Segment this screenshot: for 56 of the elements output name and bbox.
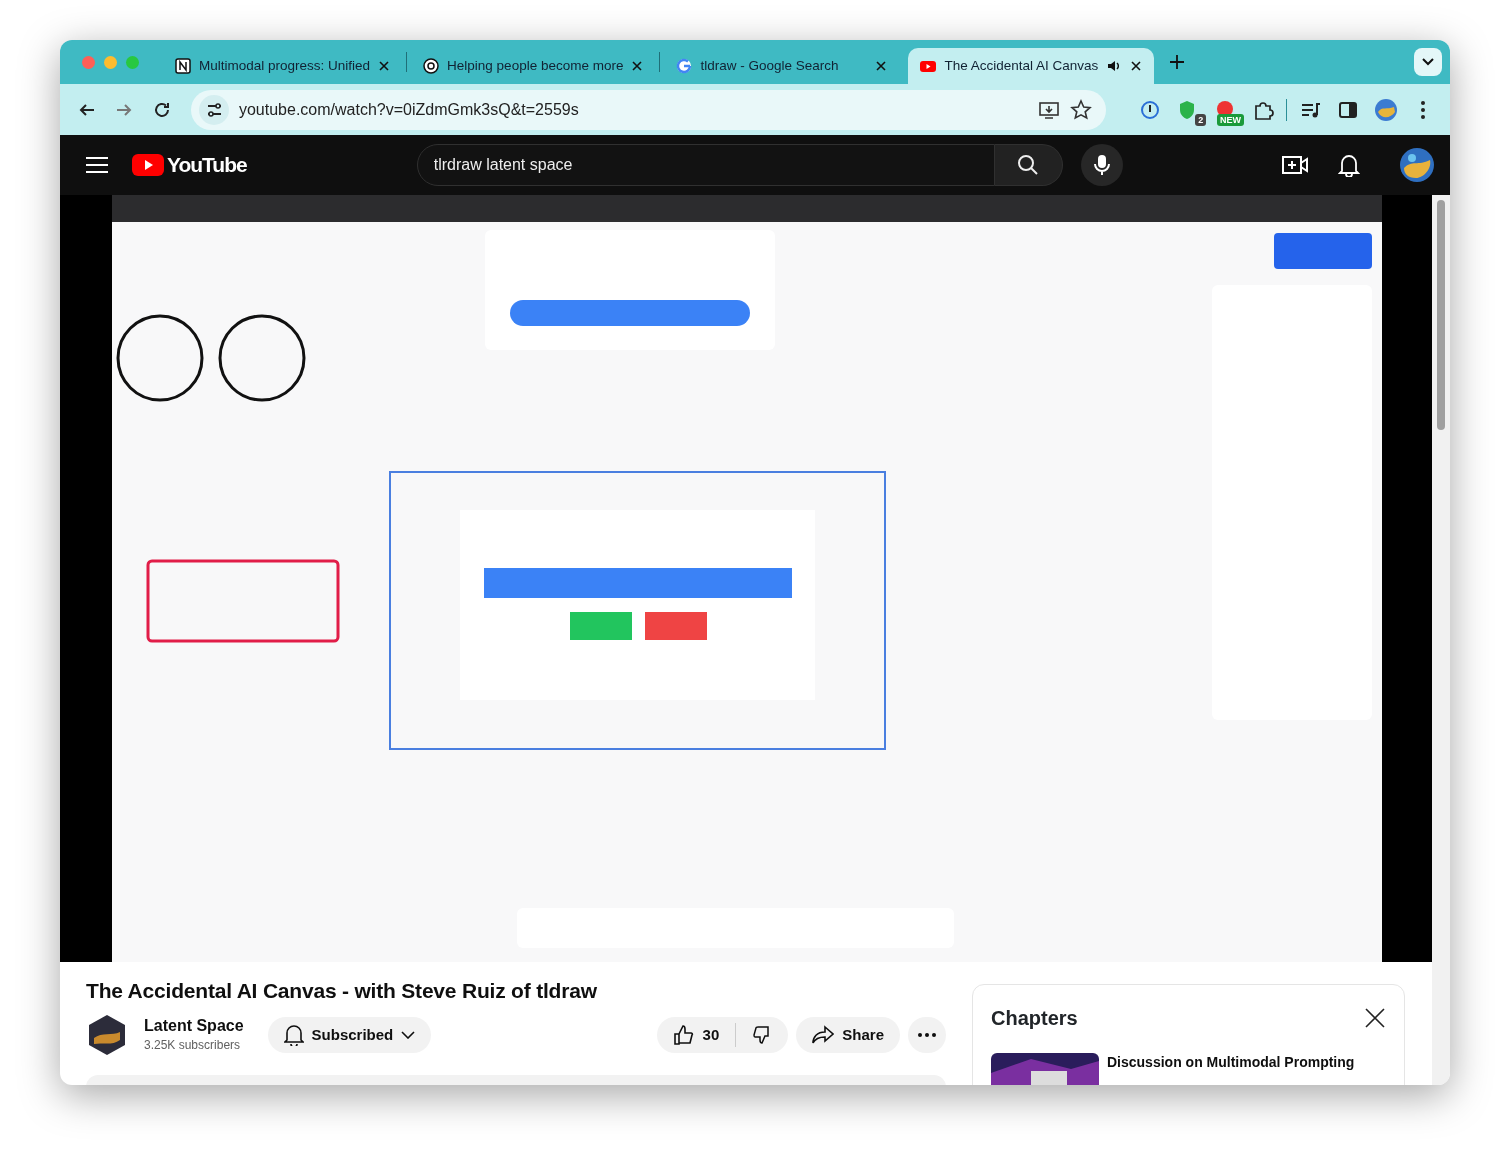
url-text: youtube.com/watch?v=0iZdmGmk3sQ&t=2559s (238, 99, 580, 120)
channel-avatar[interactable] (86, 1014, 128, 1057)
browser-tab[interactable]: tldraw - Google Search (664, 48, 900, 84)
scrollbar[interactable] (1432, 195, 1450, 1085)
close-tab-icon[interactable] (1130, 60, 1143, 72)
youtube-play-icon[interactable] (132, 154, 164, 176)
youtube-logo-text[interactable]: YouTube (167, 149, 247, 181)
create-video-icon[interactable] (1282, 154, 1308, 176)
notion-icon (175, 58, 191, 74)
channel-name[interactable]: Latent Space (144, 1016, 244, 1037)
info-circle-icon (1138, 98, 1161, 121)
share-button[interactable]: Share (796, 1017, 900, 1054)
tab-search-button[interactable] (1414, 48, 1442, 76)
close-tab-icon[interactable] (631, 60, 644, 72)
browser-tab[interactable]: Helping people become more (411, 48, 656, 84)
like-button[interactable]: 30 (656, 1017, 736, 1054)
close-tab-icon[interactable] (378, 60, 391, 72)
search-button[interactable] (994, 144, 1063, 186)
notifications-bell-icon[interactable] (1338, 153, 1360, 177)
tab-title: The Accidental AI Canvas (944, 56, 1099, 75)
search-icon (1017, 154, 1040, 176)
thumbs-up-icon (672, 1024, 695, 1047)
star-icon[interactable] (1069, 98, 1092, 121)
tab-title: Helping people become more (447, 56, 624, 75)
tab-title: Multimodal progress: Unified (199, 56, 371, 75)
more-icon (918, 1033, 936, 1038)
video-title: The Accidental AI Canvas - with Steve Ruiz of tldraw (86, 978, 598, 1004)
extension-badge: NEW (1216, 113, 1244, 126)
microphone-button[interactable] (1080, 144, 1123, 186)
more-actions-button[interactable] (908, 1017, 946, 1054)
subscriber-count: 3.25K subscribers (144, 1037, 242, 1055)
search-field[interactable]: tlrdraw latent space (416, 144, 995, 186)
browser-tab[interactable]: Multimodal progress: Unified (163, 48, 403, 84)
openai-icon (423, 58, 440, 74)
address-bar[interactable]: youtube.com/watch?v=0iZdmGmk3sQ&t=2559s (190, 89, 1106, 130)
microphone-icon (1093, 154, 1110, 176)
chapter-title[interactable]: Discussion on Multimodal Prompting (1107, 1053, 1355, 1085)
bell-icon (283, 1024, 304, 1047)
extension-badge: 2 (1195, 113, 1207, 126)
close-icon[interactable] (1364, 1007, 1386, 1029)
google-icon (676, 58, 693, 74)
chapter-thumbnail[interactable] (991, 1053, 1099, 1085)
chevron-down-icon (1422, 58, 1434, 66)
chevron-down-icon (401, 1031, 416, 1040)
close-tab-icon[interactable] (875, 60, 888, 72)
subscribed-button[interactable]: Subscribed (267, 1017, 432, 1054)
site-settings-icon[interactable] (198, 94, 229, 125)
user-avatar[interactable] (1400, 148, 1434, 182)
browser-tab[interactable]: The Accidental AI Canvas (908, 48, 1155, 84)
share-arrow-icon (812, 1025, 835, 1046)
reload-icon (153, 100, 172, 119)
youtube-icon (920, 58, 937, 74)
chapters-heading: Chapters (991, 1006, 1078, 1031)
tab-title: tldraw - Google Search (700, 56, 840, 75)
new-tab-icon[interactable] (1170, 55, 1185, 69)
menu-icon[interactable] (86, 156, 108, 174)
